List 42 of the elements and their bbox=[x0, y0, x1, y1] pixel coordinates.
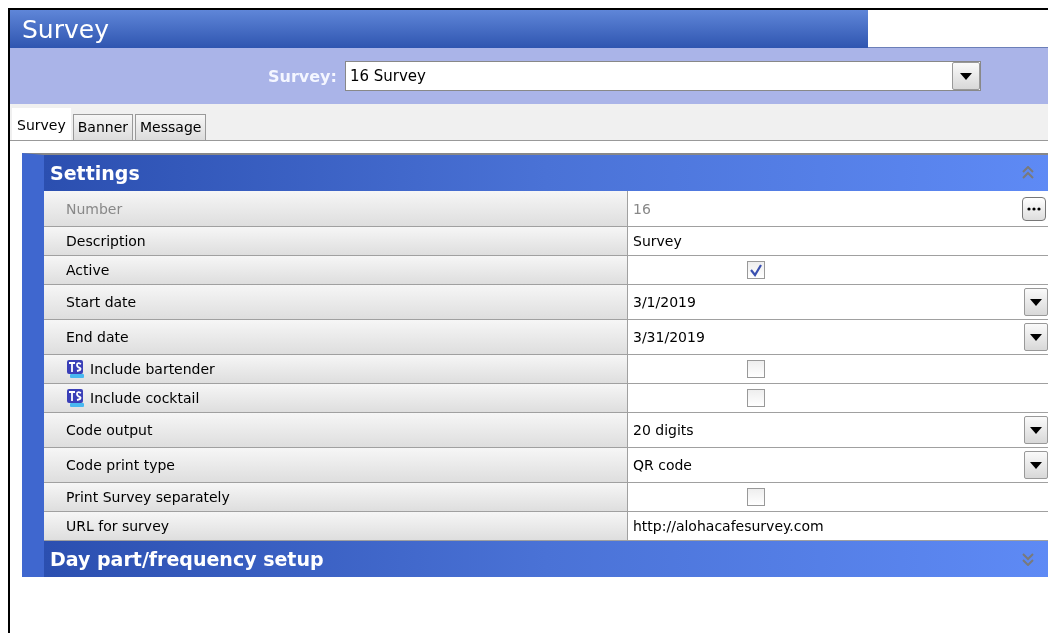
dropdown-button[interactable] bbox=[1024, 288, 1048, 316]
checkbox[interactable] bbox=[746, 261, 765, 279]
caret-icon bbox=[1030, 298, 1042, 306]
field-value: http://alohacafesurvey.com bbox=[633, 518, 824, 534]
row-label: Start date bbox=[66, 294, 137, 310]
field-value: 20 digits bbox=[633, 422, 694, 438]
dropdown-button[interactable] bbox=[1024, 451, 1048, 479]
tab[interactable]: Message bbox=[135, 114, 207, 140]
row-label: Print Survey separately bbox=[66, 489, 230, 505]
field-value: Survey bbox=[633, 233, 682, 249]
field-value: QR code bbox=[633, 457, 692, 473]
row-label: Number bbox=[66, 200, 123, 217]
ts-icon bbox=[66, 359, 86, 379]
checkbox[interactable] bbox=[746, 389, 765, 407]
caret-icon bbox=[1030, 426, 1042, 434]
tab[interactable]: Survey bbox=[12, 108, 71, 140]
field-value: 3/31/2019 bbox=[633, 329, 705, 345]
dropdown-button[interactable] bbox=[1024, 323, 1048, 351]
caret-icon bbox=[1030, 461, 1042, 469]
field-value: 16 bbox=[633, 200, 651, 217]
checkbox[interactable] bbox=[746, 360, 765, 378]
checkbox[interactable] bbox=[746, 488, 765, 506]
row-label: Code output bbox=[66, 422, 153, 438]
tab[interactable]: Banner bbox=[72, 114, 133, 140]
row-label: Description bbox=[66, 233, 146, 249]
caret-icon bbox=[959, 72, 972, 80]
section-header[interactable]: Settings bbox=[44, 155, 1048, 191]
row-label: Active bbox=[66, 262, 110, 278]
row-label: URL for survey bbox=[66, 518, 170, 534]
caret-icon bbox=[1030, 333, 1042, 341]
row-label: Code print type bbox=[66, 457, 175, 473]
ts-icon bbox=[66, 388, 86, 408]
row-label: Include bartender bbox=[90, 361, 215, 377]
selector-label: Survey: bbox=[268, 66, 337, 86]
row-label: End date bbox=[66, 329, 129, 345]
survey-dropdown[interactable]: 16 Survey bbox=[344, 61, 981, 91]
ellipsis-icon bbox=[1027, 206, 1041, 211]
dropdown-button[interactable] bbox=[1024, 416, 1048, 444]
section-header[interactable]: Day part/frequency setup bbox=[44, 541, 1048, 577]
row-label: Include cocktail bbox=[90, 390, 200, 406]
field-value: 3/1/2019 bbox=[633, 294, 696, 310]
window-title: Survey bbox=[10, 10, 868, 48]
